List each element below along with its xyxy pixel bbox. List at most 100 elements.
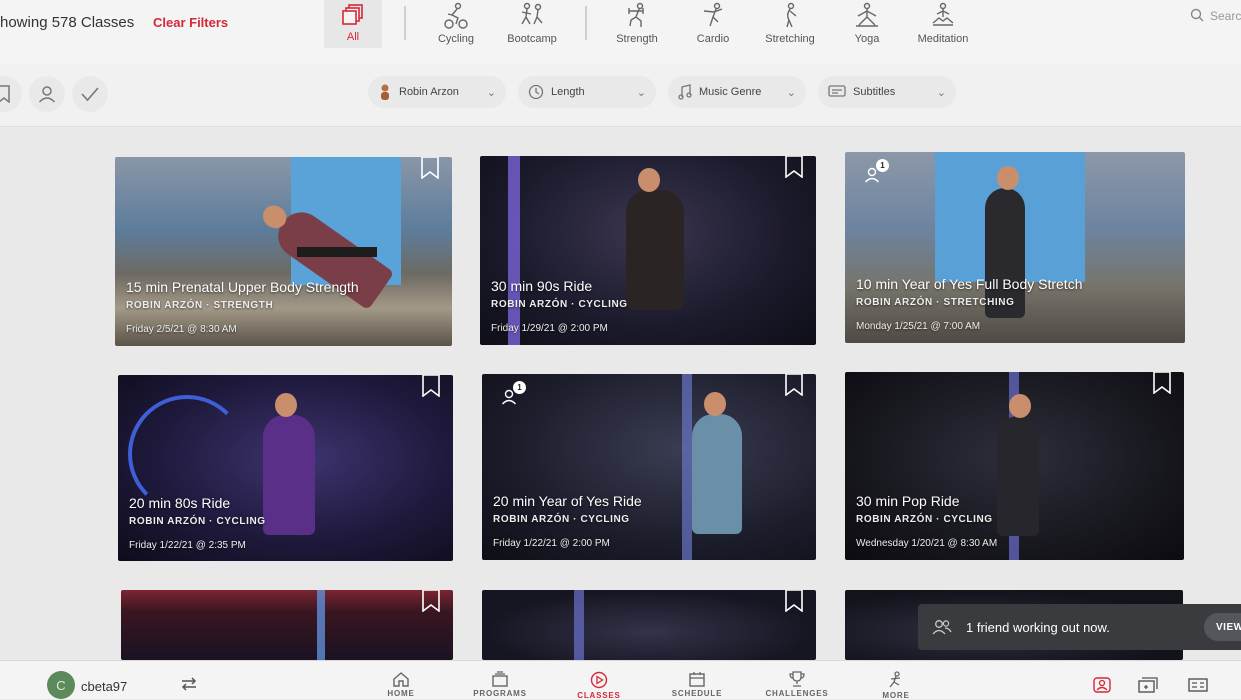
nav-schedule[interactable]: SCHEDULE [670, 671, 724, 698]
instructor-figure [263, 393, 315, 535]
instructor-figure [997, 394, 1039, 536]
nav-label: SCHEDULE [671, 689, 723, 698]
stacked-classes-icon[interactable] [1138, 677, 1158, 693]
light-bar-decoration [508, 156, 520, 345]
category-tab-all[interactable]: All [324, 0, 382, 48]
friends-working-out-toast[interactable]: 1 friend working out now. VIEW [918, 604, 1241, 650]
class-card[interactable] [482, 590, 816, 660]
class-card[interactable] [121, 590, 453, 660]
instructor-dropdown-label: Robin Arzon [399, 86, 459, 98]
class-title: 10 min Year of Yes Full Body Stretch [856, 276, 1083, 292]
category-divider [585, 6, 587, 40]
category-label: Strength [616, 33, 658, 45]
instructor-avatar-icon [378, 84, 392, 100]
subtitles-dropdown[interactable]: Subtitles ⌄ [818, 76, 956, 108]
category-tab-strength[interactable]: Strength [612, 0, 662, 50]
class-meta: ROBIN ARZÓN · CYCLING [493, 514, 630, 525]
username[interactable]: cbeta97 [81, 679, 127, 694]
class-thumbnail [482, 374, 816, 560]
category-label: Cardio [696, 33, 730, 45]
nav-more[interactable]: MORE [880, 671, 912, 700]
programs-icon [492, 671, 508, 687]
class-air-date: Friday 1/22/21 @ 2:35 PM [129, 540, 246, 551]
category-label: Cycling [437, 33, 475, 45]
challenges-icon [789, 671, 805, 687]
nav-home[interactable]: HOME [385, 671, 417, 698]
nav-classes[interactable]: CLASSES [574, 671, 624, 700]
friends-taken-badge: 1 [859, 159, 889, 188]
light-bar-decoration [682, 374, 692, 560]
friends-count: 1 [513, 381, 526, 394]
length-dropdown-label: Length [551, 86, 585, 98]
category-tab-stretching[interactable]: Stretching [762, 0, 818, 50]
bench-decoration [297, 247, 377, 257]
class-meta: ROBIN ARZÓN · CYCLING [129, 516, 266, 527]
chevron-down-icon: ⌄ [486, 86, 496, 99]
friends-icon [932, 619, 952, 635]
class-card[interactable]: 30 min Pop Ride ROBIN ARZÓN · CYCLING We… [845, 372, 1184, 560]
class-card[interactable]: 30 min 90s Ride ROBIN ARZÓN · CYCLING Fr… [480, 156, 816, 345]
search-icon [1190, 8, 1204, 22]
nav-challenges[interactable]: CHALLENGES [764, 671, 830, 698]
schedule-icon [689, 672, 705, 687]
category-label: Bootcamp [507, 33, 557, 45]
class-card[interactable]: 20 min 80s Ride ROBIN ARZÓN · CYCLING Fr… [118, 375, 453, 561]
friends-taken-badge: 1 [496, 381, 526, 410]
category-label: All [346, 31, 360, 43]
light-bar-decoration [317, 590, 325, 660]
classes-icon [590, 671, 608, 689]
completed-filter-button[interactable] [72, 76, 108, 112]
category-tab-meditation[interactable]: Meditation [912, 0, 974, 50]
category-tab-cycling[interactable]: Cycling [432, 0, 480, 50]
subtitles-dropdown-label: Subtitles [853, 86, 896, 98]
nav-label: HOME [387, 689, 415, 698]
class-air-date: Monday 1/25/21 @ 7:00 AM [856, 321, 981, 332]
toast-view-button[interactable]: VIEW [1204, 613, 1241, 641]
profile-icon[interactable] [1093, 677, 1111, 693]
category-label: Meditation [917, 33, 969, 45]
category-tab-cardio[interactable]: Cardio [690, 0, 736, 50]
class-meta: ROBIN ARZÓN · STRENGTH [126, 300, 274, 311]
class-air-date: Friday 2/5/21 @ 8:30 AM [126, 324, 237, 335]
checkmark-icon [81, 87, 99, 102]
bookmark-icon[interactable] [1152, 372, 1172, 394]
taken-with-friends-filter-button[interactable] [29, 76, 65, 112]
class-card[interactable]: 1 10 min Year of Yes Full Body Stretch R… [845, 152, 1185, 343]
category-tab-yoga[interactable]: Yoga [846, 0, 888, 50]
class-title: 20 min 80s Ride [129, 495, 231, 511]
bookmark-icon[interactable] [784, 156, 804, 178]
avatar[interactable]: C [47, 671, 75, 699]
nav-programs[interactable]: PROGRAMS [472, 671, 528, 698]
bookmark-icon[interactable] [420, 157, 440, 179]
metrics-icon[interactable] [1188, 678, 1208, 692]
search-field[interactable]: Searc [1190, 8, 1241, 23]
bookmark-icon[interactable] [784, 590, 804, 612]
yoga-icon [856, 2, 878, 27]
instructor-figure [626, 168, 684, 310]
subtitles-icon [828, 85, 846, 99]
toast-message: 1 friend working out now. [966, 619, 1110, 635]
class-card[interactable]: 1 20 min Year of Yes Ride ROBIN ARZÓN · … [482, 374, 816, 560]
class-count-label: howing 578 Classes [0, 14, 135, 31]
class-card[interactable]: 15 min Prenatal Upper Body Strength ROBI… [115, 157, 452, 346]
switch-user-icon[interactable] [180, 677, 198, 691]
bookmark-icon[interactable] [421, 590, 441, 612]
category-tab-bootcamp[interactable]: Bootcamp [502, 0, 562, 50]
instructor-dropdown[interactable]: Robin Arzon ⌄ [368, 76, 506, 108]
clear-filters-link[interactable]: Clear Filters [153, 15, 228, 30]
class-title: 30 min 90s Ride [491, 278, 593, 294]
bookmarked-filter-button[interactable] [0, 76, 22, 112]
nav-label: CLASSES [577, 691, 621, 700]
class-title: 20 min Year of Yes Ride [493, 493, 642, 509]
music-genre-dropdown[interactable]: Music Genre ⌄ [668, 76, 806, 108]
chevron-down-icon: ⌄ [636, 86, 646, 99]
category-divider [404, 6, 406, 40]
strength-icon [628, 2, 644, 27]
class-air-date: Wednesday 1/20/21 @ 8:30 AM [856, 538, 998, 549]
bookmark-icon[interactable] [421, 375, 441, 397]
nav-label: CHALLENGES [765, 689, 829, 698]
length-dropdown[interactable]: Length ⌄ [518, 76, 656, 108]
bookmark-icon[interactable] [784, 374, 804, 396]
home-icon [393, 672, 409, 687]
category-bar: howing 578 Classes Clear Filters All Cyc… [0, 0, 1241, 65]
